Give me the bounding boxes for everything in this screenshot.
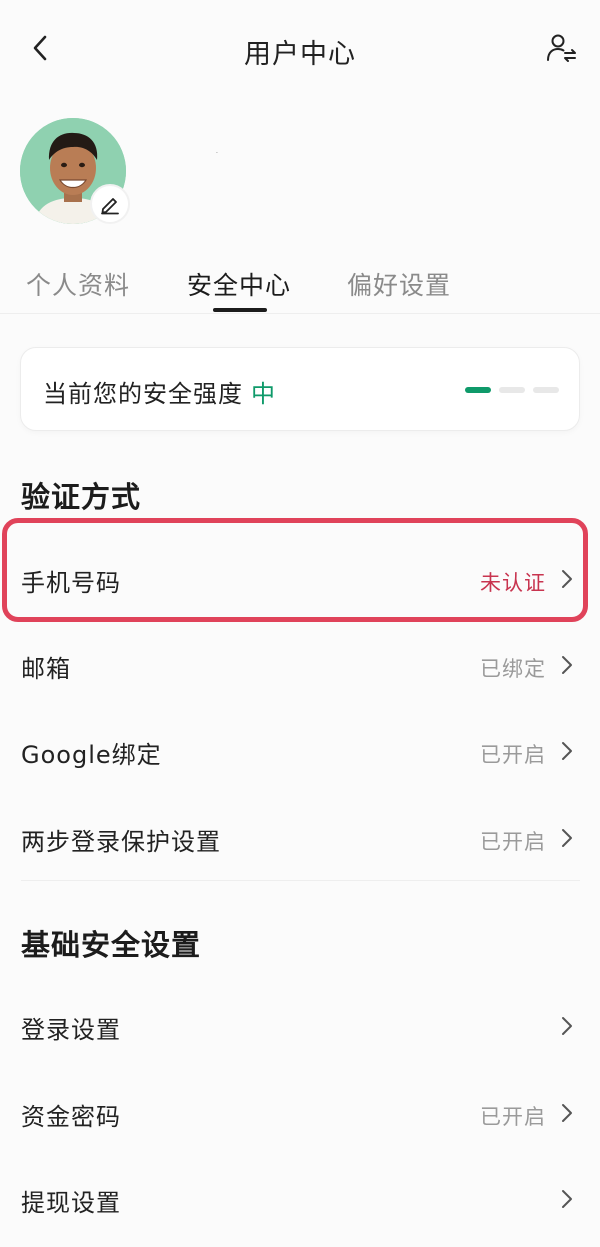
row-label: Google绑定	[21, 741, 162, 769]
status-text: 已绑定	[480, 657, 546, 681]
fund-password-row[interactable]: 资金密码 已开启	[0, 1071, 600, 1155]
row-label: 登录设置	[21, 1016, 121, 1044]
two-step-login-row[interactable]: 两步登录保护设置 已开启	[0, 796, 600, 880]
email-row[interactable]: 邮箱 已绑定	[0, 623, 600, 707]
google-binding-row[interactable]: Google绑定 已开启	[0, 709, 600, 793]
pencil-icon	[101, 198, 119, 215]
security-strength-card: 当前您的安全强度中	[20, 347, 580, 431]
status-text: 已开启	[480, 743, 546, 767]
strength-segment-2	[499, 387, 525, 393]
switch-user-button[interactable]	[542, 28, 582, 68]
verification-section-title: 验证方式	[21, 480, 142, 514]
row-label: 提现设置	[21, 1189, 121, 1217]
status-text: 已开启	[480, 1105, 546, 1129]
section-divider	[21, 880, 580, 881]
security-strength-text: 当前您的安全强度中	[43, 374, 276, 409]
login-settings-row[interactable]: 登录设置	[0, 984, 600, 1068]
security-strength-label: 当前您的安全强度	[43, 380, 243, 408]
avatar-container	[20, 118, 130, 226]
security-strength-level: 中	[251, 380, 276, 408]
active-tab-indicator	[213, 308, 267, 312]
chevron-right-icon	[562, 656, 572, 674]
chevron-right-icon	[562, 1017, 572, 1035]
status-text: 已开启	[480, 830, 546, 854]
username: ·	[216, 150, 218, 157]
withdrawal-settings-row[interactable]: 提现设置	[0, 1157, 600, 1241]
tab-bar: 个人资料 安全中心 偏好设置	[0, 258, 600, 314]
row-label: 资金密码	[21, 1103, 121, 1131]
strength-segment-1	[465, 387, 491, 393]
row-label: 两步登录保护设置	[21, 828, 221, 856]
tab-security-center[interactable]: 安全中心	[187, 266, 291, 302]
tab-preferences[interactable]: 偏好设置	[347, 266, 451, 302]
row-label: 邮箱	[21, 655, 71, 683]
chevron-right-icon	[562, 829, 572, 847]
chevron-right-icon	[562, 1190, 572, 1208]
strength-segment-3	[533, 387, 559, 393]
edit-avatar-button[interactable]	[90, 184, 130, 224]
basic-security-section-title: 基础安全设置	[21, 928, 202, 962]
chevron-right-icon	[562, 742, 572, 760]
tab-profile[interactable]: 个人资料	[26, 266, 130, 302]
user-switch-icon	[547, 34, 576, 62]
chevron-right-icon	[562, 1104, 572, 1122]
header: 用户中心	[0, 0, 600, 100]
page-title: 用户中心	[244, 39, 356, 70]
highlight-box	[2, 518, 588, 622]
